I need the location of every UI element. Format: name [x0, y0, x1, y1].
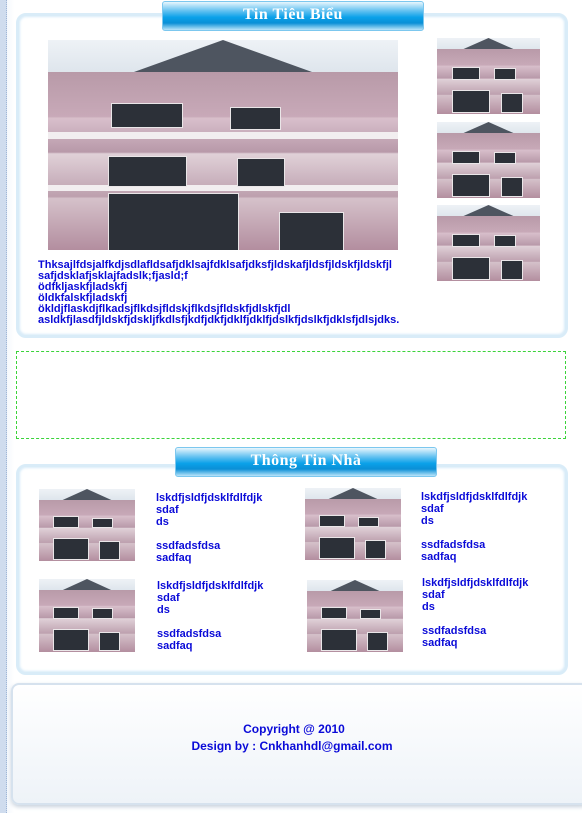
house-thumb-4[interactable] — [307, 580, 403, 652]
featured-main-image[interactable] — [48, 40, 398, 250]
featured-body-text: Thksajlfdsjalfkdjsdlafldsafjdklsajfdklsa… — [38, 259, 400, 326]
house-thumb-1[interactable] — [39, 489, 135, 561]
featured-title-tab[interactable]: Tin Tiêu Biểu — [162, 1, 424, 31]
house-info-title-tab[interactable]: Thông Tin Nhà — [175, 447, 437, 477]
footer-copyright: Copyright @ 2010 — [243, 722, 345, 736]
house-info-text-2: lskdfjsldfjdsklfdlfdjk sdaf ds ssdfadsfd… — [421, 491, 528, 563]
empty-content-box — [16, 351, 566, 439]
house-info-title: Thông Tin Nhà — [250, 452, 362, 469]
left-border — [0, 0, 7, 813]
footer: Copyright @ 2010 Design by : Cnkhanhdl@g… — [11, 683, 582, 805]
house-thumb-2[interactable] — [305, 488, 401, 560]
featured-title: Tin Tiêu Biểu — [243, 6, 343, 23]
house-thumb-3[interactable] — [39, 579, 135, 652]
footer-design-credit: Design by : Cnkhanhdl@gmail.com — [191, 739, 393, 753]
featured-thumb-1[interactable] — [437, 38, 540, 114]
house-info-text-3: lskdfjsldfjdsklfdlfdjk sdaf ds ssdfadsfd… — [157, 580, 264, 652]
house-info-text-1: lskdfjsldfjdsklfdlfdjk sdaf ds ssdfadsfd… — [156, 492, 263, 564]
featured-thumb-3[interactable] — [437, 205, 540, 281]
featured-thumb-2[interactable] — [437, 122, 540, 198]
house-info-text-4: lskdfjsldfjdsklfdlfdjk sdaf ds ssdfadsfd… — [422, 577, 529, 649]
